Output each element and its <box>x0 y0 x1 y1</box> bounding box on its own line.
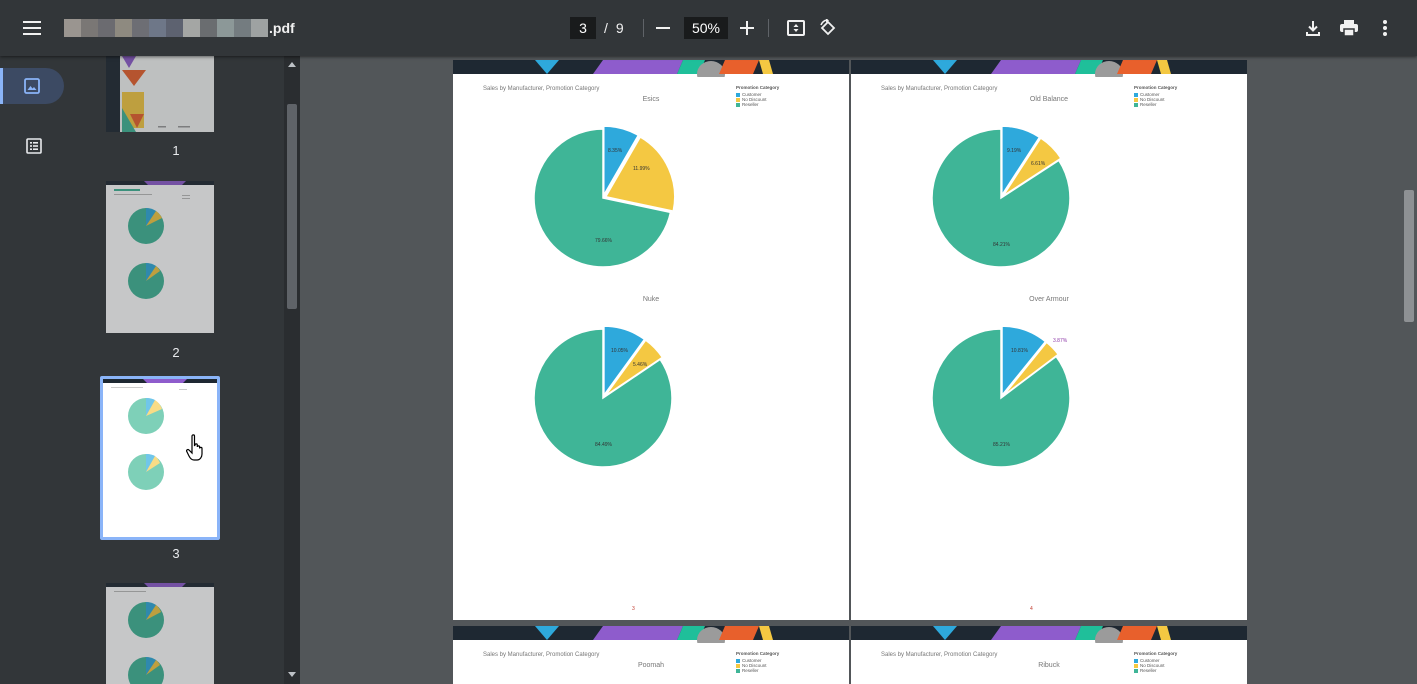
page-separator: / <box>604 20 608 36</box>
cover-artwork <box>106 56 214 132</box>
page-4-preview <box>106 583 214 684</box>
header-band-graphic <box>851 626 1247 643</box>
legend-title: Promotion Category <box>1134 651 1178 656</box>
page-number-footer: 4 <box>1030 606 1033 612</box>
page-number-footer: 3 <box>632 606 635 612</box>
pie-title: Ribuck <box>1038 662 1060 669</box>
pie-data-label: 85.21% <box>993 442 1010 448</box>
page-thumbnail-2[interactable] <box>106 181 214 333</box>
page-selector: / 9 <box>570 17 624 39</box>
print-button[interactable] <box>1333 12 1365 44</box>
legend-title: Promotion Category <box>736 651 780 656</box>
menu-button[interactable] <box>16 12 48 44</box>
page-thumbnail-1[interactable] <box>106 56 214 132</box>
download-button[interactable] <box>1297 12 1329 44</box>
pdf-page: Sales by Manufacturer, Promotion Categor… <box>453 626 849 684</box>
document-viewer[interactable]: Sales by Manufacturer, Promotion Categor… <box>300 56 1401 684</box>
outline-view-icon <box>26 138 42 154</box>
thumbnail-label: 3 <box>172 546 180 561</box>
pdf-toolbar: .pdf / 9 <box>0 0 1417 56</box>
more-vert-icon <box>1383 20 1387 36</box>
hand-cursor-icon <box>186 434 203 461</box>
viewer-scrollbar[interactable] <box>1401 56 1417 684</box>
zoom-input[interactable] <box>684 17 728 39</box>
pie-title: Poomah <box>637 662 665 669</box>
page-number-input[interactable] <box>570 17 596 39</box>
toolbar-divider <box>643 19 644 37</box>
zoom-out-icon <box>656 27 670 29</box>
thumbnail-scrollbar[interactable] <box>284 56 300 684</box>
print-icon <box>1340 20 1358 36</box>
sidebar-rail <box>0 56 68 684</box>
filename-extension: .pdf <box>269 20 295 36</box>
scroll-down-arrow[interactable] <box>288 672 296 677</box>
thumbnail-scrollbar-thumb[interactable] <box>287 104 297 309</box>
header-band-graphic <box>453 626 849 643</box>
pie-data-label: 5.46% <box>633 362 648 368</box>
menu-icon <box>23 21 41 35</box>
outline-view-button[interactable] <box>4 128 64 164</box>
pie-data-label: 3.87% <box>1053 338 1068 344</box>
pie-chart <box>533 325 673 468</box>
pdf-page: Sales by Manufacturer, Promotion Categor… <box>851 626 1247 684</box>
thumbnail-view-button[interactable] <box>0 68 64 104</box>
legend-swatch <box>1134 668 1138 673</box>
pie-data-label: 10.81% <box>1011 348 1028 354</box>
total-pages: 9 <box>615 20 624 36</box>
scroll-up-arrow[interactable] <box>288 62 296 67</box>
download-icon <box>1306 21 1320 36</box>
legend-swatch <box>736 668 740 673</box>
zoom-out-button[interactable] <box>647 12 679 44</box>
zoom-in-icon <box>740 21 754 35</box>
zoom-in-button[interactable] <box>731 12 763 44</box>
pie-data-label: 84.49% <box>595 442 612 448</box>
thumbnail-view-icon <box>24 78 40 94</box>
redacted-filename <box>64 19 268 37</box>
toolbar-divider <box>768 19 769 37</box>
page-chart-title: Sales by Manufacturer, Promotion Categor… <box>483 652 600 658</box>
page-thumbnail-4[interactable] <box>106 583 214 684</box>
pdf-page: Sales by Manufacturer, Promotion Categor… <box>453 60 849 620</box>
pie-data-label: 10.05% <box>611 348 628 354</box>
fit-page-button[interactable] <box>780 12 812 44</box>
rotate-icon <box>820 19 836 36</box>
rotate-button[interactable] <box>812 12 844 44</box>
thumbnail-panel: 1 2 3 <box>68 56 284 684</box>
viewer-scrollbar-thumb[interactable] <box>1404 190 1414 322</box>
document-title: .pdf <box>64 18 295 38</box>
page-2-preview <box>106 181 214 333</box>
thumbnail-label: 2 <box>172 345 180 360</box>
fit-page-icon <box>787 20 805 36</box>
more-actions-button[interactable] <box>1369 12 1401 44</box>
pdf-page: Sales by Manufacturer, Promotion Categor… <box>851 60 1247 620</box>
page-chart-title: Sales by Manufacturer, Promotion Categor… <box>881 652 998 658</box>
thumbnail-label: 1 <box>172 143 180 158</box>
pie-chart <box>931 325 1071 468</box>
